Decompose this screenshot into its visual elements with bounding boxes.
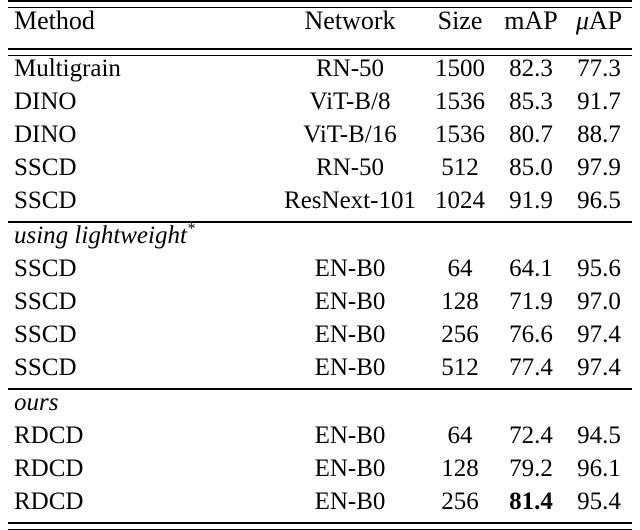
highlighted-value: 81.4	[509, 488, 553, 515]
column-header-network: Network	[304, 6, 396, 35]
cell-network: EN-B0	[314, 488, 386, 515]
cell-method: SSCD	[14, 288, 77, 315]
cell-map: 72.4	[509, 422, 553, 449]
cell-uap: 91.7	[577, 88, 621, 115]
cell-uap: 77.3	[577, 55, 621, 82]
cell-size: 128	[441, 455, 479, 482]
cell-network: ResNext-101	[284, 187, 416, 214]
cell-network: EN-B0	[314, 422, 386, 449]
table-row: SSCD EN-B0 512 77.4 97.4	[8, 355, 632, 388]
cell-network: EN-B0	[314, 455, 386, 482]
cell-network: RN-50	[315, 55, 385, 82]
table-row: SSCD EN-B0 128 71.9 97.0	[8, 289, 632, 322]
cell-uap: 96.1	[577, 455, 621, 482]
table-row: SSCD ResNext-101 1024 91.9 96.5	[8, 188, 632, 221]
section-label: ours	[14, 389, 59, 416]
cell-uap: 95.4	[577, 488, 621, 515]
cell-map: 82.3	[509, 55, 553, 82]
cell-uap: 97.9	[577, 154, 621, 181]
cell-uap: 95.6	[577, 255, 621, 282]
cell-method: SSCD	[14, 255, 77, 282]
cell-method: DINO	[14, 121, 77, 148]
cell-method: RDCD	[14, 455, 84, 482]
cell-map: 91.9	[509, 187, 553, 214]
cell-method: RDCD	[14, 488, 84, 515]
column-header-map: mAP	[504, 6, 558, 35]
section-label-row: ours	[8, 390, 632, 423]
column-header-uap: μAP	[575, 6, 623, 35]
cell-map: 64.1	[509, 255, 553, 282]
cell-map: 80.7	[509, 121, 553, 148]
table-rule	[8, 522, 632, 530]
cell-network: EN-B0	[314, 288, 386, 315]
cell-size: 64	[447, 422, 473, 449]
cell-network: ViT-B/16	[303, 121, 397, 148]
cell-map: 79.2	[509, 455, 553, 482]
cell-method: SSCD	[14, 321, 77, 348]
table-row: RDCD EN-B0 64 72.4 94.5	[8, 423, 632, 456]
section-label: using lightweight*	[14, 220, 195, 249]
mu-symbol: μ	[575, 6, 589, 35]
cell-size: 512	[441, 154, 479, 181]
cell-size: 64	[447, 255, 473, 282]
cell-map: 81.4	[496, 489, 566, 522]
cell-size: 256	[441, 488, 479, 515]
cell-size: 1500	[435, 55, 485, 82]
table-row: SSCD EN-B0 256 76.6 97.4	[8, 322, 632, 355]
cell-network: EN-B0	[314, 255, 386, 282]
cell-method: SSCD	[14, 354, 77, 381]
cell-method: RDCD	[14, 422, 84, 449]
cell-method: DINO	[14, 88, 77, 115]
bottom-rule	[8, 522, 632, 530]
cell-uap: 96.5	[577, 187, 621, 214]
table-row: Multigrain RN-50 1500 82.3 77.3	[8, 56, 632, 89]
cell-uap: 97.4	[577, 354, 621, 381]
cell-size: 1536	[435, 121, 485, 148]
cell-size: 128	[441, 288, 479, 315]
rule-cell	[8, 522, 632, 530]
table-header-row: Method Network Size mAP μAP	[8, 8, 632, 48]
cell-method: SSCD	[14, 154, 77, 181]
column-header-method: Method	[14, 6, 95, 35]
table-row: DINO ViT-B/8 1536 85.3 91.7	[8, 89, 632, 122]
footnote-marker: *	[186, 220, 195, 238]
cell-network: EN-B0	[314, 354, 386, 381]
cell-size: 256	[441, 321, 479, 348]
column-header-size: Size	[437, 6, 483, 35]
results-table: Method Network Size mAP μAP Multigrain RN-50 15…	[8, 0, 632, 530]
cell-network: RN-50	[315, 154, 385, 181]
cell-map: 85.3	[509, 88, 553, 115]
cell-network: EN-B0	[314, 321, 386, 348]
cell-size: 1536	[435, 88, 485, 115]
cell-method: Multigrain	[14, 55, 121, 82]
table-row: DINO ViT-B/16 1536 80.7 88.7	[8, 122, 632, 155]
cell-method: SSCD	[14, 187, 77, 214]
section-label-row: using lightweight*	[8, 220, 632, 256]
cell-map: 85.0	[509, 154, 553, 181]
table-container: Method Network Size mAP μAP Multigrain RN-50 15…	[0, 0, 640, 530]
table-row: RDCD EN-B0 256 81.4 95.4	[8, 489, 632, 522]
cell-size: 1024	[435, 187, 485, 214]
cell-map: 77.4	[509, 354, 553, 381]
cell-uap: 88.7	[577, 121, 621, 148]
cell-network: ViT-B/8	[309, 88, 391, 115]
cell-uap: 94.5	[577, 422, 621, 449]
table-row: SSCD EN-B0 64 64.1 95.6	[8, 256, 632, 289]
cell-map: 76.6	[509, 321, 553, 348]
cell-map: 71.9	[509, 288, 553, 315]
cell-size: 512	[441, 354, 479, 381]
table-row: SSCD RN-50 512 85.0 97.9	[8, 155, 632, 188]
cell-uap: 97.4	[577, 321, 621, 348]
cell-uap: 97.0	[577, 288, 621, 315]
table-row: RDCD EN-B0 128 79.2 96.1	[8, 456, 632, 489]
